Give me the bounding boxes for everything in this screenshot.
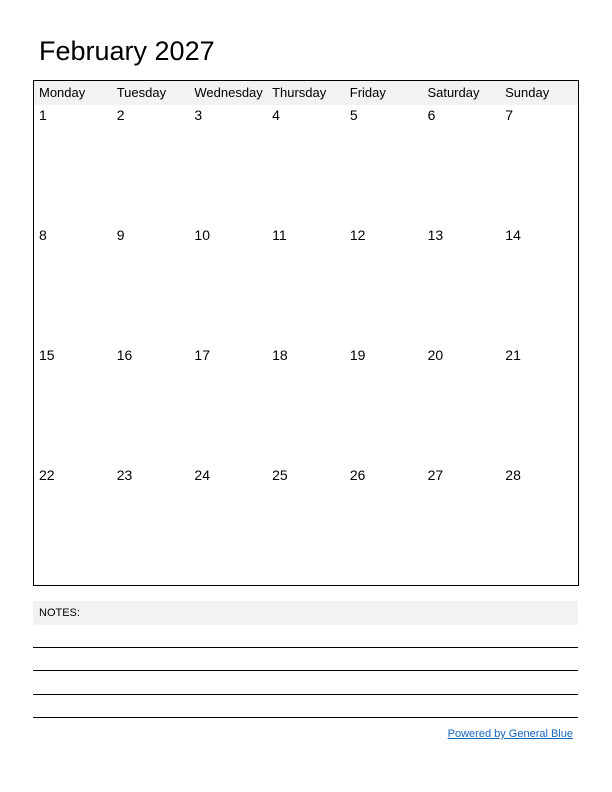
day-cell: 20 xyxy=(427,347,444,363)
day-cell: 16 xyxy=(116,347,133,363)
day-cell: 3 xyxy=(194,107,203,123)
day-cell: 4 xyxy=(272,107,280,123)
day-cell: 17 xyxy=(194,347,210,363)
day-cell: 5 xyxy=(349,107,358,123)
day-cell: 15 xyxy=(39,347,55,363)
notes-line xyxy=(33,670,578,671)
day-cell: 24 xyxy=(194,467,210,483)
day-cell: 13 xyxy=(427,227,444,243)
day-cell: 18 xyxy=(272,347,288,363)
day-cell: 12 xyxy=(349,227,366,243)
day-cell: 6 xyxy=(427,107,436,123)
weekday-tuesday: Tuesday xyxy=(116,85,167,100)
day-cell: 26 xyxy=(349,467,366,483)
day-cell: 1 xyxy=(39,107,47,123)
weekday-friday: Friday xyxy=(349,85,386,100)
day-cell: 2 xyxy=(116,107,125,123)
powered-by-link[interactable]: Powered by General Blue xyxy=(448,728,573,740)
page-title: February 2027 xyxy=(39,36,215,66)
day-cell: 25 xyxy=(272,467,288,483)
notes-header: NOTES: xyxy=(33,601,578,625)
day-cell: 11 xyxy=(272,227,287,243)
day-cell: 28 xyxy=(505,467,521,483)
weekday-saturday: Saturday xyxy=(427,85,480,100)
notes-line xyxy=(33,647,578,648)
day-cell: 7 xyxy=(505,107,514,123)
day-cell: 14 xyxy=(505,227,521,243)
notes-line xyxy=(33,694,578,695)
day-cell: 9 xyxy=(116,227,125,243)
day-cell: 21 xyxy=(505,347,521,363)
notes-line xyxy=(33,717,578,718)
day-cell: 19 xyxy=(349,347,366,363)
day-cell: 10 xyxy=(194,227,210,243)
day-cell: 8 xyxy=(39,227,47,243)
weekday-monday: Monday xyxy=(39,85,86,100)
day-cell: 27 xyxy=(427,467,444,483)
weekday-sunday: Sunday xyxy=(505,85,550,100)
day-cell: 22 xyxy=(39,467,55,483)
weekday-thursday: Thursday xyxy=(272,85,327,100)
day-cell: 23 xyxy=(116,467,133,483)
calendar-grid: Monday Tuesday Wednesday Thursday Friday… xyxy=(33,80,579,586)
days-grid: 1 2 3 4 5 6 7 8 9 10 11 12 13 14 15 16 17 18 19 20 21 22 23 24 2… xyxy=(34,105,578,585)
weekday-wednesday: Wednesday xyxy=(194,85,263,100)
weekday-header: Monday Tuesday Wednesday Thursday Friday… xyxy=(34,81,578,105)
